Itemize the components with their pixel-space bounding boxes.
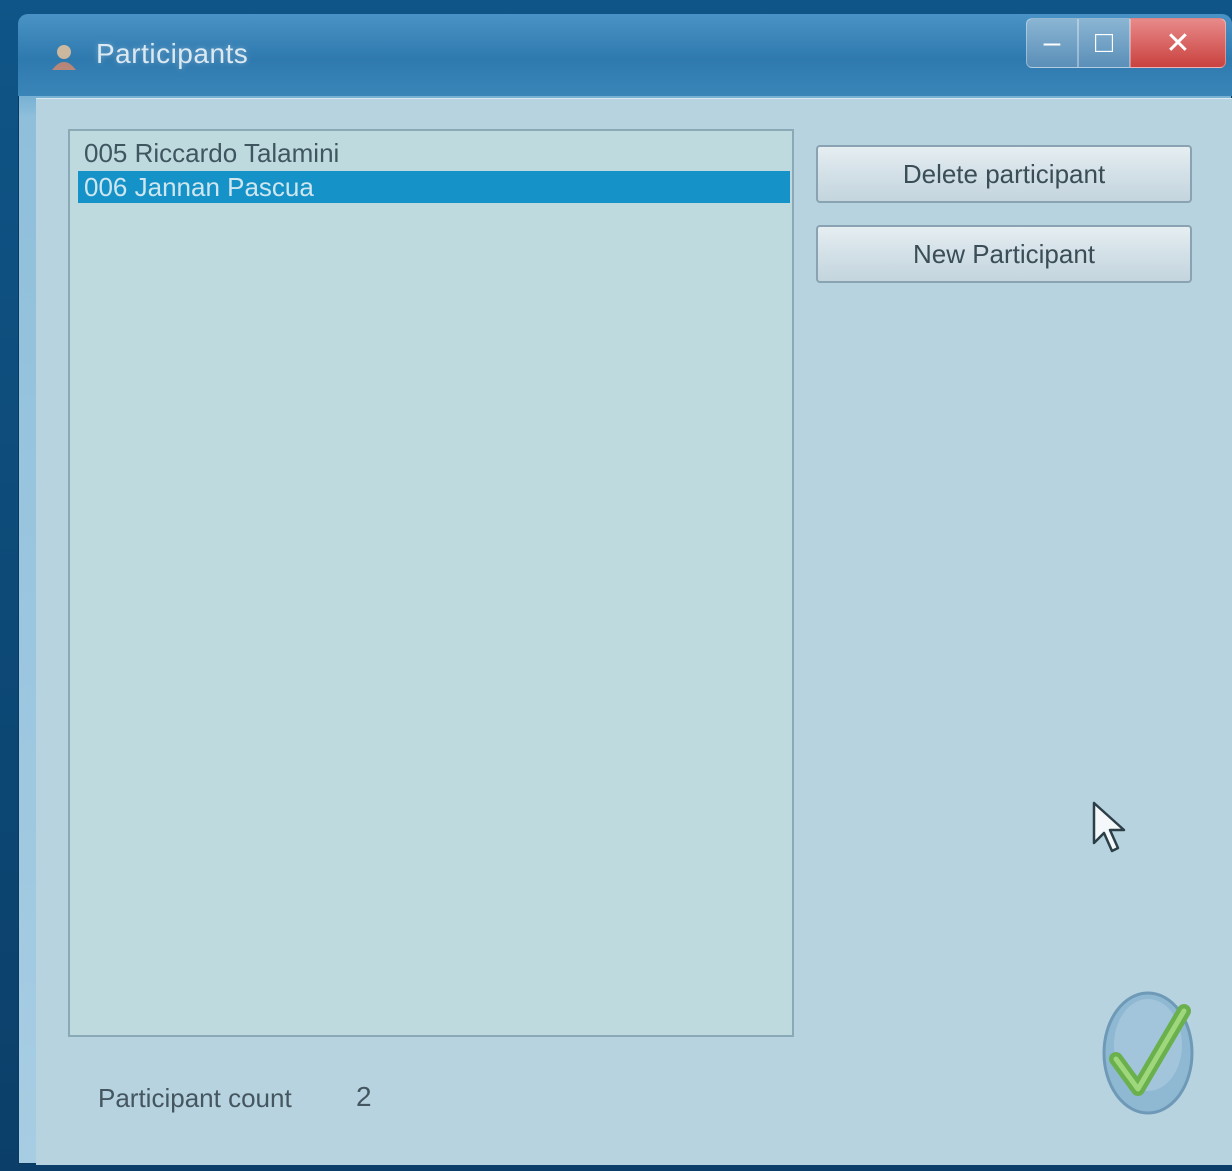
participants-listbox[interactable]: 005 Riccardo Talamini 006 Jannan Pascua — [68, 129, 794, 1037]
maximize-button[interactable]: □ — [1078, 18, 1130, 68]
new-participant-button[interactable]: New Participant — [816, 225, 1192, 283]
participant-count-value: 2 — [356, 1081, 372, 1112]
caption-buttons: – □ ✕ — [1026, 18, 1226, 72]
minimize-button[interactable]: – — [1026, 18, 1078, 68]
dialog-client-area: 005 Riccardo Talamini 006 Jannan Pascua … — [36, 98, 1232, 1165]
mouse-cursor-icon — [1092, 801, 1126, 853]
app-icon — [52, 45, 76, 70]
checkmark-icon[interactable] — [1098, 985, 1198, 1115]
delete-participant-button[interactable]: Delete participant — [816, 145, 1192, 203]
close-button[interactable]: ✕ — [1130, 18, 1226, 68]
participants-window: Participants – □ ✕ 005 Riccardo Talamini… — [18, 14, 1232, 1165]
list-item[interactable]: 005 Riccardo Talamini — [78, 137, 790, 169]
title-bar[interactable]: Participants – □ ✕ — [18, 14, 1232, 96]
participant-count-label: Participant count — [98, 1083, 292, 1113]
list-item-selected[interactable]: 006 Jannan Pascua — [78, 171, 790, 203]
desktop: Participants – □ ✕ 005 Riccardo Talamini… — [0, 0, 1232, 1171]
window-title: Participants — [96, 38, 249, 69]
